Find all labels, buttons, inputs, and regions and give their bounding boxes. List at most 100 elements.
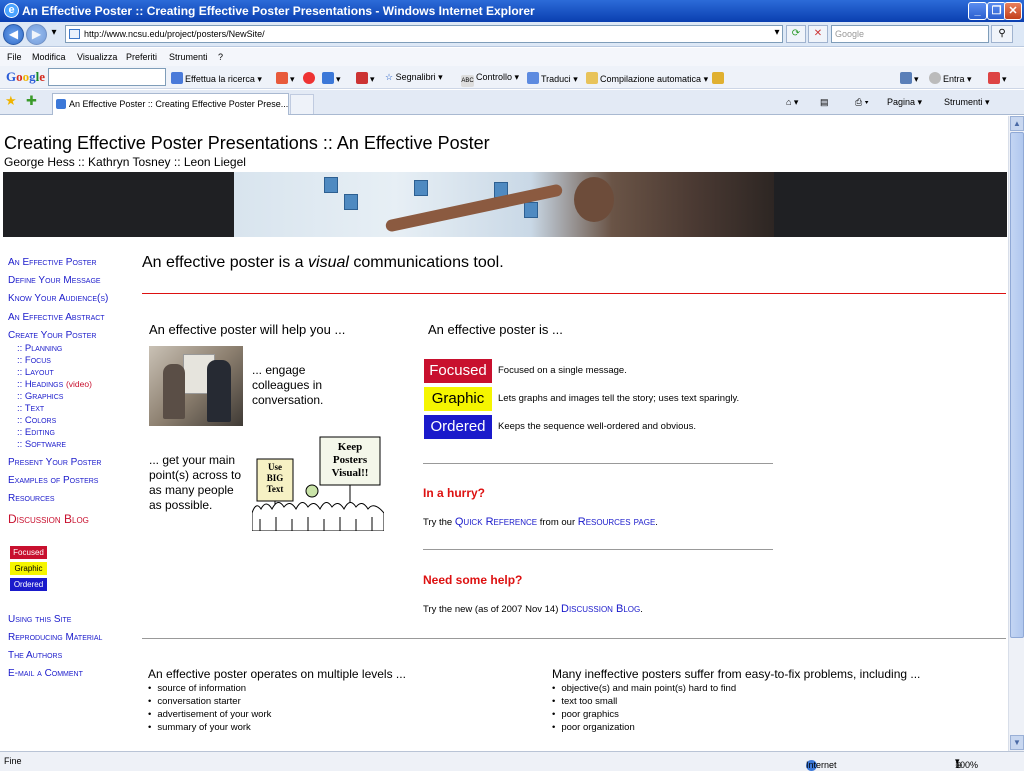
menu-visualizza[interactable]: Visualizza [77, 52, 117, 62]
scroll-down-icon[interactable]: ▼ [1010, 735, 1024, 750]
nav-effective-abstract[interactable]: An Effective Abstract [8, 312, 105, 323]
nav-examples[interactable]: Examples of Posters [8, 475, 98, 486]
search-input[interactable]: Google [831, 25, 989, 43]
levels-list: source of information conversation start… [148, 682, 271, 734]
nav-using-site[interactable]: Using this Site [8, 614, 71, 625]
is-heading: An effective poster is ... [428, 322, 563, 337]
page-menu[interactable]: Pagina ▾ [887, 97, 922, 108]
scroll-up-icon[interactable]: ▲ [1010, 116, 1024, 131]
popup-blocker-icon[interactable]: ▾ [356, 72, 375, 85]
zoom-control[interactable]: ⊕ 100% ▾ [955, 756, 978, 770]
resources-page-link[interactable]: Resources page [578, 516, 656, 528]
hurry-text: Try the Quick Reference from our Resourc… [423, 516, 658, 528]
menu-file[interactable]: File [7, 52, 22, 62]
menu-preferiti[interactable]: Preferiti [126, 52, 157, 62]
nav-email-comment[interactable]: E-mail a Comment [8, 668, 83, 679]
autofill-button[interactable]: Compilazione automatica ▾ [586, 72, 708, 85]
nav-software[interactable]: :: Software [17, 439, 66, 450]
nav-colors[interactable]: :: Colors [17, 415, 56, 426]
presenter-photo [234, 172, 774, 237]
nav-resources[interactable]: Resources [8, 493, 55, 504]
minimize-button[interactable]: _ [968, 2, 987, 20]
list-item: advertisement of your work [148, 708, 271, 721]
nav-focus[interactable]: :: Focus [17, 355, 51, 366]
spellcheck-button[interactable]: ABC Controllo ▾ [461, 72, 519, 87]
new-tab-button[interactable] [290, 94, 314, 114]
page-title: Creating Effective Poster Presentations … [4, 133, 490, 153]
add-favorites-icon[interactable]: ✚ [26, 93, 37, 109]
history-dropdown-icon[interactable]: ▾ [48, 25, 60, 43]
orbit-icon[interactable] [303, 72, 317, 84]
vertical-scrollbar[interactable]: ▲ ▼ [1008, 116, 1024, 751]
menu-strumenti[interactable]: Strumenti [169, 52, 208, 62]
list-item: poor organization [552, 721, 736, 734]
translate-button[interactable]: Traduci ▾ [527, 72, 578, 85]
back-button[interactable]: ◀ [3, 24, 24, 45]
hurry-heading: In a hurry? [423, 486, 486, 500]
grey-divider-3 [142, 638, 1006, 639]
close-button[interactable]: ✕ [1004, 2, 1022, 20]
settings-icon[interactable]: ▾ [988, 72, 1007, 85]
user-icon [929, 72, 941, 84]
google-search-input[interactable] [48, 68, 166, 86]
home-icon[interactable]: ⌂ ▾ [786, 97, 798, 108]
plus-icon[interactable]: ▾ [322, 72, 341, 85]
quality-focused: Focused [424, 359, 492, 383]
nav-authors[interactable]: The Authors [8, 650, 62, 661]
nav-headings[interactable]: :: Headings [17, 379, 63, 390]
abc-icon: ABC [461, 75, 474, 87]
nav-editing[interactable]: :: Editing [17, 427, 55, 438]
forward-button[interactable]: ▶ [26, 24, 47, 45]
nav-discussion-blog[interactable]: Discussion Blog [8, 512, 89, 526]
google-search-button[interactable]: Effettua la ricerca ▾ [171, 72, 262, 85]
quick-reference-link[interactable]: Quick Reference [455, 516, 537, 528]
tab-active[interactable]: An Effective Poster :: Creating Effectiv… [52, 93, 289, 115]
menu-help[interactable]: ? [218, 52, 223, 62]
cartoon-sign-big: Use BIG Text [267, 462, 284, 494]
nav-reproducing[interactable]: Reproducing Material [8, 632, 102, 643]
nav-text[interactable]: :: Text [17, 403, 44, 414]
signin-button[interactable]: Entra ▾ [929, 72, 972, 85]
badge-focused: Focused [10, 546, 47, 559]
nav-layout[interactable]: :: Layout [17, 367, 54, 378]
nav-create-poster[interactable]: Create Your Poster [8, 330, 96, 341]
needhelp-text: Try the new (as of 2007 Nov 14) Discussi… [423, 603, 643, 615]
nav-define-message[interactable]: Define Your Message [8, 275, 101, 286]
help-points-text: ... get your main point(s) across to as … [149, 453, 242, 512]
red-divider [142, 293, 1006, 294]
url-dropdown-icon[interactable]: ▾ [771, 25, 783, 43]
print-icon[interactable]: ⎙ ▾ [855, 97, 868, 108]
problems-list: objective(s) and main point(s) hard to f… [552, 682, 736, 734]
url-input[interactable]: http://www.ncsu.edu/project/posters/NewS… [65, 25, 783, 43]
nav-effective-poster[interactable]: An Effective Poster [8, 257, 97, 268]
headings-video-link[interactable]: (video) [66, 379, 92, 389]
menu-modifica[interactable]: Modifica [32, 52, 66, 62]
favorites-star-icon[interactable]: ★ [5, 93, 17, 109]
crowd-cartoon: Keep Posters Visual!! Use BIG Text [252, 436, 384, 531]
scroll-thumb[interactable] [1010, 132, 1024, 638]
page-content: Creating Effective Poster Presentations … [0, 116, 1008, 751]
list-item: summary of your work [148, 721, 271, 734]
nav-present-poster[interactable]: Present Your Poster [8, 457, 101, 468]
pencil-icon[interactable] [712, 72, 726, 84]
window-titlebar: e An Effective Poster :: Creating Effect… [0, 0, 1024, 22]
translate-icon [527, 72, 539, 84]
wrench-icon[interactable]: ▾ [900, 72, 919, 85]
window-title: An Effective Poster :: Creating Effectiv… [22, 4, 535, 18]
gmail-icon[interactable]: ▾ [276, 72, 295, 85]
nav-planning[interactable]: :: Planning [17, 343, 62, 354]
nav-know-audience[interactable]: Know Your Audience(s) [8, 293, 108, 304]
nav-graphics[interactable]: :: Graphics [17, 391, 63, 402]
menu-bar: File Modifica Visualizza Preferiti Strum… [0, 48, 1024, 66]
search-icon[interactable]: ⚲ [991, 25, 1013, 43]
discussion-blog-link[interactable]: Discussion Blog [561, 603, 640, 615]
bookmarks-button[interactable]: ☆ Segnalibri ▾ [385, 72, 443, 83]
refresh-icon[interactable]: ⟳ [786, 25, 806, 43]
tools-menu[interactable]: Strumenti ▾ [944, 97, 990, 108]
tab-bar: ★ ✚ An Effective Poster :: Creating Effe… [0, 90, 1024, 115]
stop-icon[interactable]: ✕ [808, 25, 828, 43]
problems-heading: Many ineffective posters suffer from eas… [552, 667, 921, 681]
list-item: text too small [552, 695, 736, 708]
feeds-icon[interactable]: ▤ [820, 97, 829, 108]
conversation-photo [149, 346, 243, 426]
